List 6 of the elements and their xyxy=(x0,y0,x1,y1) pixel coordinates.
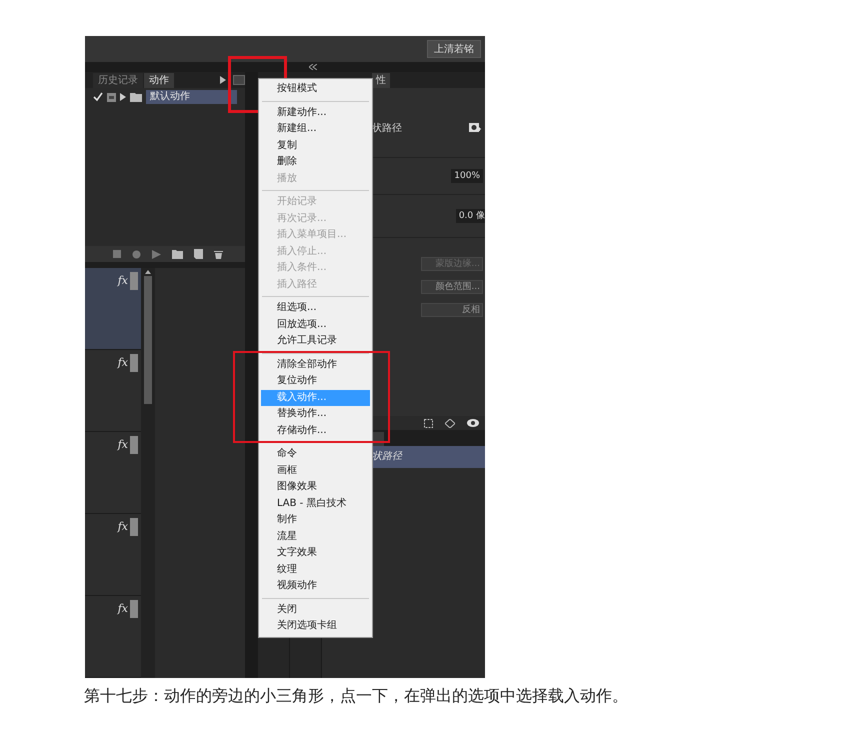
fx-label: fx xyxy=(118,273,128,289)
fx-label: fx xyxy=(118,355,128,371)
fx-label: fx xyxy=(118,519,128,535)
caption: 第十七步：动作的旁边的小三角形，点一下，在弹出的选项中选择载入动作。 xyxy=(84,685,629,707)
fx-label: fx xyxy=(118,437,128,453)
fx-label: fx xyxy=(118,601,128,617)
